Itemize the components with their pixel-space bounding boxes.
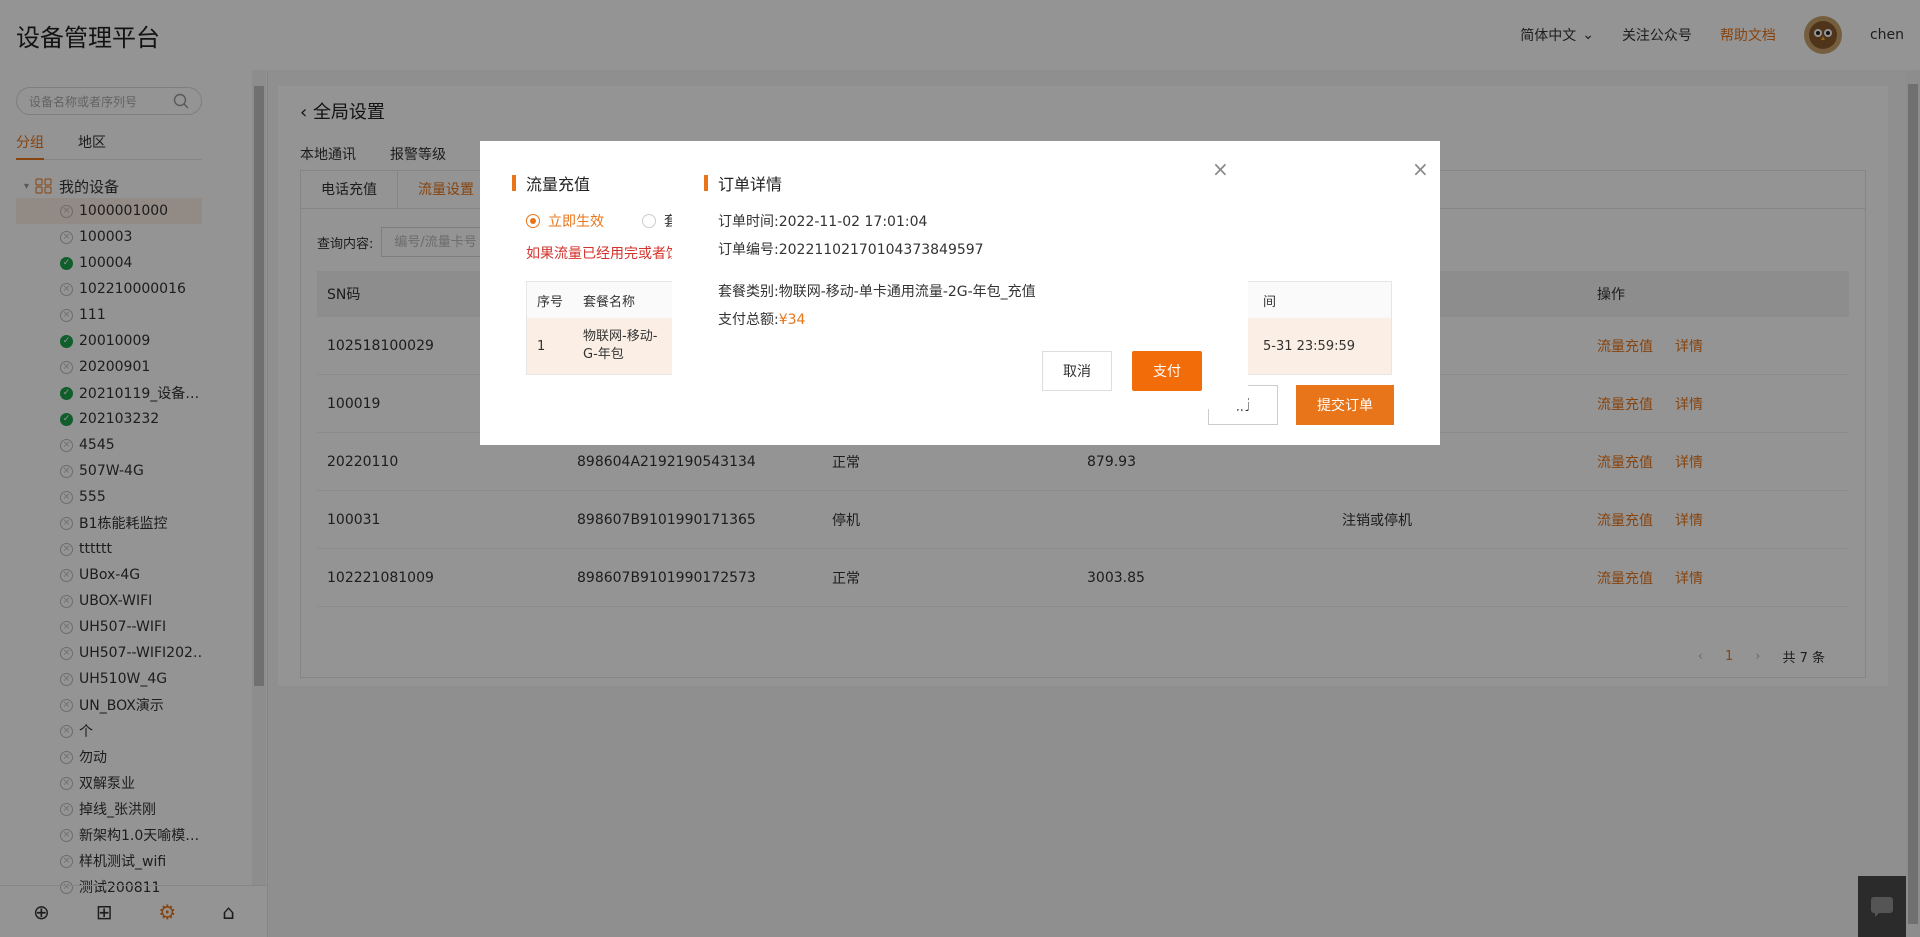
recharge-dialog-title: 流量充值 (512, 171, 590, 195)
warning-text: 如果流量已经用完或者饮 (526, 246, 680, 262)
close-icon[interactable]: × (1212, 157, 1229, 181)
order-detail-dialog: 订单详情 × 订单时间:2022-11-02 17:01:04 订单编号:202… (672, 141, 1248, 409)
effect-radios: 立即生效 套 (526, 211, 678, 231)
cancel-button[interactable]: 取消 (1042, 351, 1112, 391)
package-category: 套餐类别:物联网-移动-单卡通用流量-2G-年包_充值 (718, 284, 1036, 300)
order-dialog-title: 订单详情 (704, 171, 782, 195)
chat-icon (1871, 896, 1893, 917)
chat-float-button[interactable] (1858, 876, 1906, 937)
submit-order-button[interactable]: 提交订单 (1296, 385, 1394, 425)
pay-button[interactable]: 支付 (1132, 351, 1202, 391)
order-time: 订单时间:2022-11-02 17:01:04 (718, 214, 928, 230)
payment-total: 支付总额:¥34 (718, 312, 806, 328)
close-icon[interactable]: × (1412, 157, 1429, 181)
radio-immediate[interactable]: 立即生效 (526, 211, 604, 231)
order-number: 订单编号:20221102170104373849597 (718, 242, 984, 258)
